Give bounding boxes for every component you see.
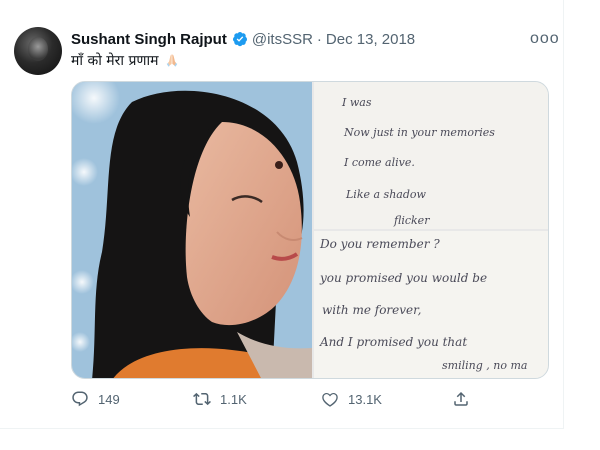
tweet-date[interactable]: Dec 13, 2018: [326, 31, 415, 48]
tweet-text-content: माँ को मेरा प्रणाम: [71, 53, 159, 69]
note-line: I come alive.: [344, 156, 415, 169]
retweet-button[interactable]: 1.1K: [193, 390, 247, 408]
note-line: you promised you would be: [320, 271, 488, 285]
avatar[interactable]: [14, 27, 62, 75]
tweet-actions: 149 1.1K 13.1K: [71, 390, 491, 410]
retweet-count: 1.1K: [220, 391, 247, 407]
pray-emoji-icon: [166, 54, 178, 67]
note-line: smiling , no ma: [442, 359, 528, 372]
avatar-portrait: [28, 37, 48, 61]
portrait-photo[interactable]: [72, 82, 312, 378]
tweet-media[interactable]: I was Now just in your memories I come a…: [71, 81, 549, 379]
tweet-card[interactable]: Sushant Singh Rajput @itsSSR · Dec 13, 2…: [0, 0, 600, 450]
like-button[interactable]: 13.1K: [321, 390, 382, 408]
author-handle[interactable]: @itsSSR: [252, 31, 313, 48]
retweet-icon: [193, 392, 211, 406]
share-button[interactable]: [452, 390, 470, 408]
note-line: Like a shadow: [346, 188, 426, 201]
reply-icon: [72, 391, 88, 407]
handwritten-note-top[interactable]: I was Now just in your memories I come a…: [314, 82, 548, 229]
more-options-icon[interactable]: ooo: [530, 30, 560, 48]
reply-button[interactable]: 149: [71, 390, 120, 408]
author-display-name[interactable]: Sushant Singh Rajput: [71, 31, 227, 48]
header-separator: ·: [316, 30, 322, 48]
note-line: flicker: [394, 214, 430, 227]
note-line: And I promised you that: [320, 335, 468, 349]
tweet-header: Sushant Singh Rajput @itsSSR · Dec 13, 2…: [71, 30, 415, 48]
note-line: Now just in your memories: [344, 126, 495, 139]
handwritten-note-bottom[interactable]: Do you remember ? you promised you would…: [314, 231, 548, 378]
note-line: I was: [342, 96, 372, 109]
tweet-bottom-divider: [0, 428, 563, 429]
note-line: with me forever,: [322, 303, 422, 317]
note-line: Do you remember ?: [320, 237, 440, 251]
like-count: 13.1K: [348, 391, 382, 407]
tweet-text: माँ को मेरा प्रणाम: [71, 51, 179, 70]
heart-icon: [322, 393, 338, 407]
tweet-right-divider: [563, 0, 564, 429]
share-icon: [454, 391, 468, 406]
verified-badge-icon: [232, 32, 247, 47]
reply-count: 149: [98, 391, 120, 407]
portrait-illustration: [72, 82, 312, 378]
